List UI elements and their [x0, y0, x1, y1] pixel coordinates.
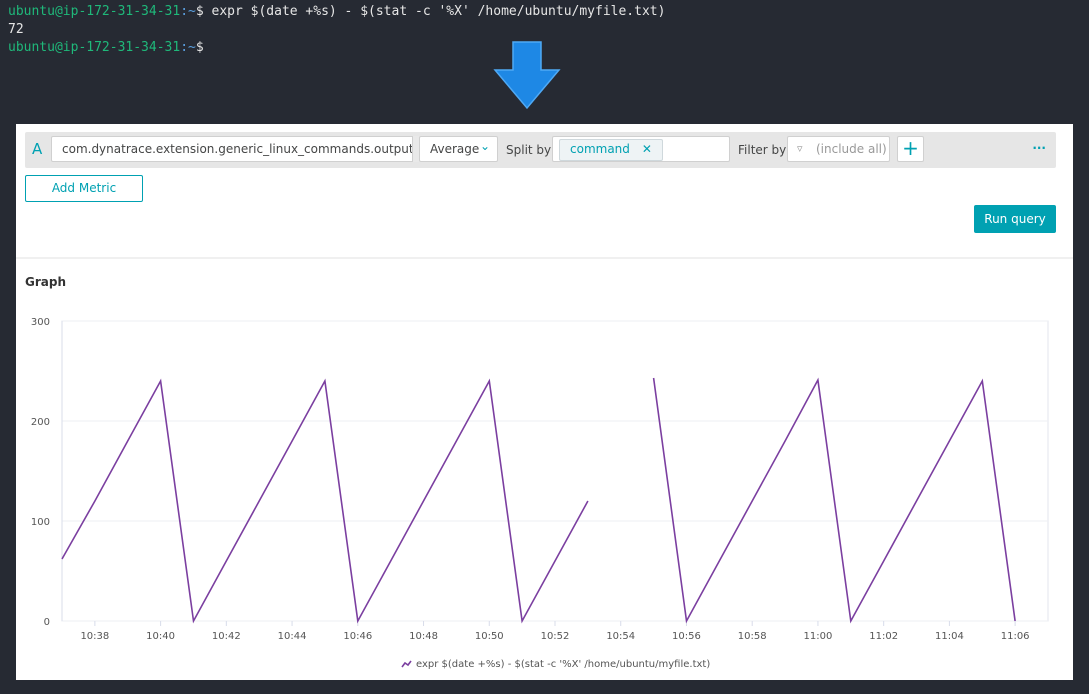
y-tick-label: 200: [31, 417, 50, 428]
x-tick-label: 10:40: [146, 631, 175, 642]
x-tick-label: 10:46: [343, 631, 372, 642]
terminal-line: ubuntu@ip-172-31-34-31:~$: [8, 40, 204, 55]
x-tick-label: 10:58: [738, 631, 767, 642]
x-tick-label: 11:06: [1001, 631, 1030, 642]
y-tick-label: 300: [31, 317, 50, 328]
x-tick-label: 11:02: [869, 631, 898, 642]
x-tick-label: 11:04: [935, 631, 964, 642]
x-tick-label: 10:48: [409, 631, 438, 642]
arrow-down-icon: [493, 41, 561, 110]
terminal-line: ubuntu@ip-172-31-34-31:~$ expr $(date +%…: [8, 4, 666, 19]
y-tick-label: 100: [31, 517, 50, 528]
line-chart: 0 100 200 300 10:38 10:40 10:42 10:44 10:46 10:48…: [31, 317, 1049, 670]
x-tick-label: 10:42: [212, 631, 241, 642]
series-line: [61, 377, 1016, 624]
x-tick-label: 11:00: [804, 631, 833, 642]
terminal: ubuntu@ip-172-31-34-31:~$ expr $(date +%…: [8, 3, 665, 57]
x-tick-label: 10:50: [475, 631, 504, 642]
terminal-output: 72: [8, 22, 24, 37]
x-tick-label: 10:52: [541, 631, 570, 642]
legend-label: expr $(date +%s) - $(stat -c '%X' /home/…: [416, 659, 710, 670]
legend-line-icon: [401, 660, 412, 668]
plot-area: [61, 320, 1049, 622]
data-explorer-panel: A com.dynatrace.extension.generic_linux_…: [16, 124, 1073, 680]
x-tick-label: 10:38: [80, 631, 109, 642]
x-tick-label: 10:56: [672, 631, 701, 642]
x-tick-label: 10:54: [606, 631, 635, 642]
y-tick-label: 0: [44, 617, 50, 628]
x-tick-label: 10:44: [278, 631, 307, 642]
